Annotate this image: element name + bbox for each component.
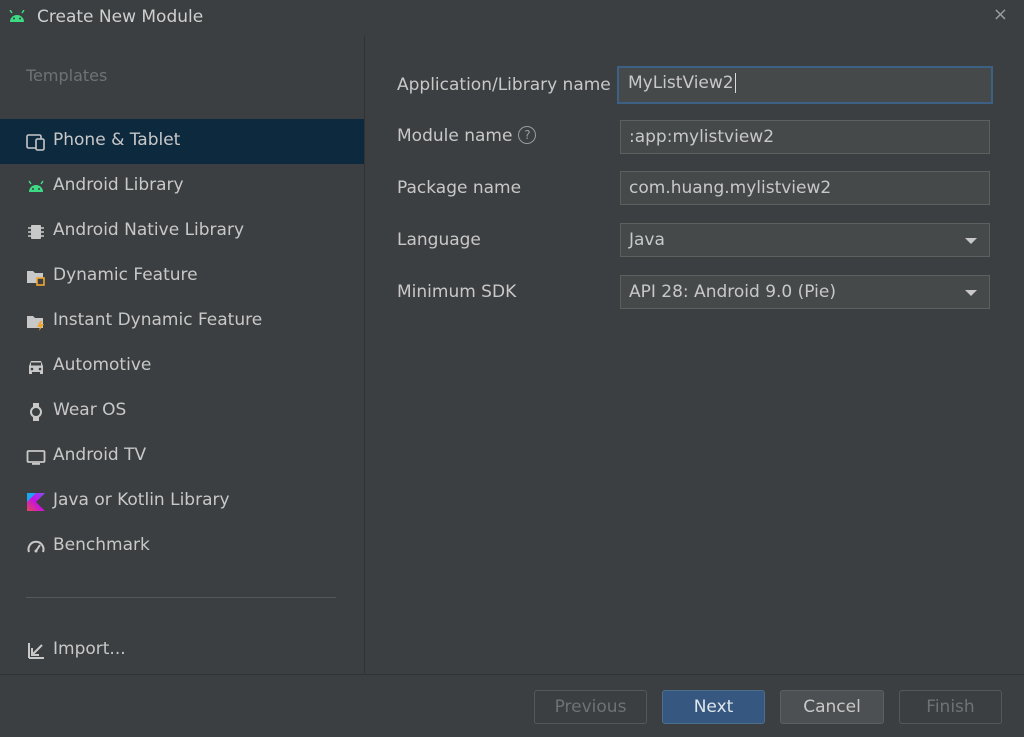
window-title: Create New Module xyxy=(37,7,204,27)
module-name-label: Module name? xyxy=(397,126,537,146)
sidebar-item-label: Phone & Tablet xyxy=(53,130,181,150)
sidebar-item-benchmark[interactable]: Benchmark xyxy=(0,524,364,569)
min-sdk-select[interactable]: API 28: Android 9.0 (Pie) xyxy=(620,275,990,309)
sidebar-item-label: Benchmark xyxy=(53,535,150,555)
app-name-value: MyListView2 xyxy=(628,73,734,93)
min-sdk-label: Minimum SDK xyxy=(397,282,517,302)
min-sdk-value: API 28: Android 9.0 (Pie) xyxy=(629,282,836,302)
cancel-button[interactable]: Cancel xyxy=(780,690,884,724)
next-button[interactable]: Next xyxy=(662,690,765,724)
car-icon xyxy=(29,361,43,374)
dialog-footer: Previous Next Cancel Finish xyxy=(0,674,1024,737)
import-icon xyxy=(28,643,44,659)
kotlin-icon xyxy=(27,493,45,511)
sidebar-item-label: Java or Kotlin Library xyxy=(53,490,230,510)
sidebar-item-dynamic-feature[interactable]: Dynamic Feature xyxy=(0,254,364,299)
package-name-input[interactable]: com.huang.mylistview2 xyxy=(620,171,990,205)
sidebar-item-label: Instant Dynamic Feature xyxy=(53,310,263,330)
native-library-icon xyxy=(28,225,44,239)
sidebar-item-label: Android Native Library xyxy=(53,220,245,240)
chevron-down-icon xyxy=(965,238,977,244)
sidebar-item-phone-tablet[interactable]: Phone & Tablet xyxy=(0,119,364,164)
sidebar-item-android-tv[interactable]: Android TV xyxy=(0,434,364,479)
language-select[interactable]: Java xyxy=(620,223,990,257)
package-name-label: Package name xyxy=(397,178,522,198)
android-icon xyxy=(28,180,44,192)
text-caret xyxy=(734,73,736,93)
module-name-value: :app:mylistview2 xyxy=(629,127,775,147)
sidebar-item-instant-dynamic-feature[interactable]: Instant Dynamic Feature xyxy=(0,299,364,344)
previous-button[interactable]: Previous xyxy=(534,690,647,724)
import-label: Import... xyxy=(53,639,126,659)
module-name-input[interactable]: :app:mylistview2 xyxy=(620,120,990,154)
app-name-input[interactable]: MyListView2 xyxy=(617,66,993,104)
app-name-label: Application/Library name xyxy=(397,75,611,95)
module-name-label-text: Module name xyxy=(397,126,513,146)
language-label: Language xyxy=(397,230,481,250)
dynamic-feature-icon xyxy=(27,271,45,286)
android-icon xyxy=(9,10,25,22)
instant-dynamic-feature-icon xyxy=(27,316,44,331)
sidebar-divider xyxy=(26,597,336,598)
sidebar-item-label: Android Library xyxy=(53,175,184,195)
help-icon[interactable]: ? xyxy=(518,126,537,144)
gauge-icon xyxy=(27,540,45,553)
sidebar-item-label: Wear OS xyxy=(53,400,127,420)
tv-icon xyxy=(26,450,46,465)
sidebar-item-android-native-library[interactable]: Android Native Library xyxy=(0,209,364,254)
sidebar-item-label: Android TV xyxy=(53,445,147,465)
title-bar: Create New Module × xyxy=(0,0,1024,36)
close-button[interactable]: × xyxy=(993,4,1008,25)
sidebar-item-wear-os[interactable]: Wear OS xyxy=(0,389,364,434)
language-value: Java xyxy=(629,230,665,250)
sidebar-item-label: Dynamic Feature xyxy=(53,265,198,285)
sidebar-item-android-library[interactable]: Android Library xyxy=(0,164,364,209)
templates-sidebar: Templates Phone & Tablet Android Library… xyxy=(0,36,364,674)
module-form: Application/Library name MyListView2 Mod… xyxy=(365,36,1024,674)
finish-button[interactable]: Finish xyxy=(899,690,1002,724)
sidebar-item-automotive[interactable]: Automotive xyxy=(0,344,364,389)
package-name-value: com.huang.mylistview2 xyxy=(629,178,832,198)
watch-icon xyxy=(30,403,42,421)
sidebar-item-java-kotlin-library[interactable]: Java or Kotlin Library xyxy=(0,479,364,524)
import-button[interactable]: Import... xyxy=(0,628,364,673)
sidebar-item-label: Automotive xyxy=(53,355,152,375)
phone-tablet-icon xyxy=(26,134,45,151)
templates-heading: Templates xyxy=(26,66,108,85)
chevron-down-icon xyxy=(965,290,977,296)
